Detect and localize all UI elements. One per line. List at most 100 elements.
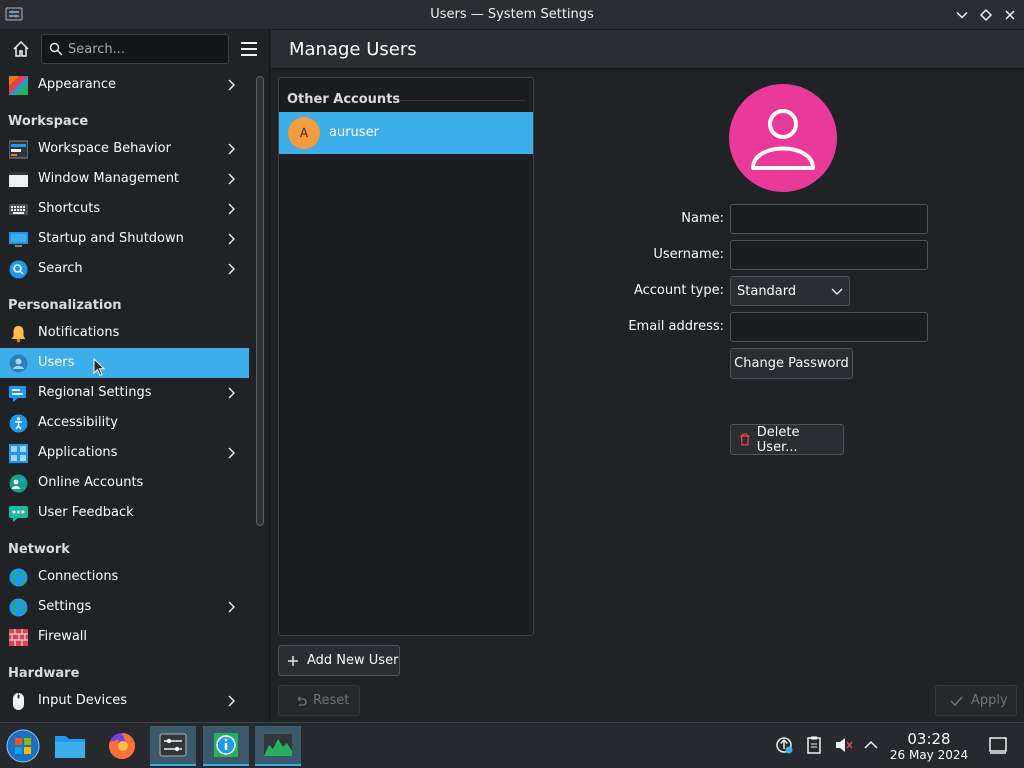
check-icon (950, 696, 963, 706)
chevron-down-icon (956, 11, 968, 19)
info-center-task[interactable] (203, 726, 249, 766)
sidebar-item-appearance[interactable]: Appearance (0, 70, 249, 100)
sidebar-scrollbar[interactable] (256, 76, 264, 526)
show-desktop-icon[interactable] (988, 735, 1008, 755)
sidebar-item-users[interactable]: Users (0, 348, 249, 378)
close-button[interactable] (999, 4, 1021, 26)
name-field[interactable] (730, 204, 928, 234)
application-launcher-button[interactable] (0, 726, 46, 766)
sidebar-item-firewall[interactable]: Firewall (0, 622, 249, 652)
sidebar-item-label: Startup and Shutdown (38, 231, 184, 246)
firefox-button[interactable] (99, 726, 145, 766)
system-settings-task[interactable] (150, 726, 196, 766)
sidebar-item-connections[interactable]: Connections (0, 562, 249, 592)
sidebar-item-startup-shutdown[interactable]: Startup and Shutdown (0, 224, 249, 254)
chevron-right-icon (228, 447, 235, 459)
email-field[interactable] (730, 312, 928, 342)
sidebar-item-accessibility[interactable]: Accessibility (0, 408, 249, 438)
window-management-icon (9, 172, 28, 187)
users-icon (9, 354, 28, 373)
taskbar: 03:28 26 May 2024 (0, 722, 1024, 768)
user-icon (751, 109, 815, 170)
section-personalization: Personalization (8, 298, 241, 318)
system-monitor-task[interactable] (255, 726, 301, 766)
clock[interactable]: 03:28 26 May 2024 (886, 731, 972, 763)
account-type-select[interactable]: Standard (730, 276, 850, 306)
chevron-right-icon (228, 173, 235, 185)
chevron-right-icon (228, 79, 235, 91)
clipboard-icon[interactable] (804, 735, 824, 755)
sidebar-item-label: Window Management (38, 171, 180, 186)
sidebar-item-online-accounts[interactable]: Online Accounts (0, 468, 249, 498)
account-row[interactable]: A auruser (279, 112, 533, 154)
file-manager-button[interactable] (47, 726, 93, 766)
accessibility-icon (9, 414, 28, 433)
name-label: Name: (681, 211, 724, 226)
chevron-right-icon (228, 601, 235, 613)
sidebar-item-regional-settings[interactable]: Regional Settings (0, 378, 249, 408)
online-accounts-icon (9, 474, 28, 493)
button-label: Change Password (734, 356, 849, 371)
sidebar-item-user-feedback[interactable]: User Feedback (0, 498, 249, 528)
feedback-icon (9, 506, 28, 522)
reset-button[interactable]: Reset (278, 685, 360, 716)
sidebar-item-label: Appearance (38, 77, 117, 92)
add-new-user-button[interactable]: Add New User (278, 645, 400, 676)
sidebar-item-label: Connections (38, 569, 119, 584)
email-label: Email address: (628, 319, 724, 334)
apply-button[interactable]: Apply (935, 685, 1017, 716)
hamburger-menu-button[interactable] (238, 38, 260, 60)
sidebar-item-settings[interactable]: Settings (0, 592, 249, 622)
section-workspace: Workspace (8, 114, 241, 134)
user-avatar-large[interactable] (729, 84, 837, 192)
sidebar-item-label: Firewall (38, 629, 88, 644)
minimize-button[interactable] (951, 4, 973, 26)
home-icon (13, 40, 29, 57)
close-icon (1005, 10, 1015, 20)
sidebar-item-shortcuts[interactable]: Shortcuts (0, 194, 249, 224)
undo-icon (297, 696, 307, 706)
section-label: Network (8, 542, 70, 557)
maximize-button[interactable] (975, 4, 997, 26)
home-button[interactable] (8, 36, 34, 62)
accounts-list: Other Accounts A auruser (278, 77, 534, 636)
sidebar-item-window-management[interactable]: Window Management (0, 164, 249, 194)
trash-icon (739, 433, 750, 446)
sidebar-item-label: Applications (38, 445, 118, 460)
sidebar-item-label: Regional Settings (38, 385, 152, 400)
section-label: Personalization (8, 298, 122, 313)
settings-app-icon (159, 733, 187, 757)
section-label: Workspace (8, 114, 89, 129)
sidebar-item-label: Search (38, 261, 83, 276)
bell-icon (11, 326, 26, 343)
update-icon[interactable] (774, 735, 794, 755)
delete-user-button[interactable]: Delete User... (730, 424, 844, 455)
chevron-right-icon (228, 233, 235, 245)
volume-muted-icon[interactable] (834, 735, 854, 755)
hamburger-icon (241, 42, 257, 56)
sidebar-item-label: Settings (38, 599, 92, 614)
sidebar-item-search[interactable]: Search (0, 254, 249, 284)
username-field[interactable] (730, 240, 928, 270)
workspace-behavior-icon (9, 140, 28, 159)
clock-date: 26 May 2024 (889, 748, 969, 762)
page-title: Manage Users (289, 39, 417, 60)
system-monitor-icon (264, 734, 292, 756)
account-avatar: A (288, 117, 320, 149)
search-settings-icon (9, 260, 28, 279)
firewall-icon (9, 629, 28, 646)
sidebar-toolbar: Search... (0, 30, 269, 68)
start-orb-icon (6, 729, 40, 763)
sidebar-item-applications[interactable]: Applications (0, 438, 249, 468)
sidebar-item-workspace-behavior[interactable]: Workspace Behavior (0, 134, 249, 164)
chevron-up-icon[interactable] (861, 735, 881, 755)
chevron-right-icon (228, 203, 235, 215)
change-password-button[interactable]: Change Password (730, 348, 853, 379)
section-divider (399, 100, 525, 101)
sidebar-item-input-devices[interactable]: Input Devices (0, 686, 249, 716)
sidebar-item-notifications[interactable]: Notifications (0, 318, 249, 348)
network-settings-icon (9, 598, 28, 617)
search-input[interactable]: Search... (41, 34, 229, 64)
sidebar-item-label: Accessibility (38, 415, 118, 430)
sidebar: Search... Appearance Workspace Workspace… (0, 30, 270, 722)
